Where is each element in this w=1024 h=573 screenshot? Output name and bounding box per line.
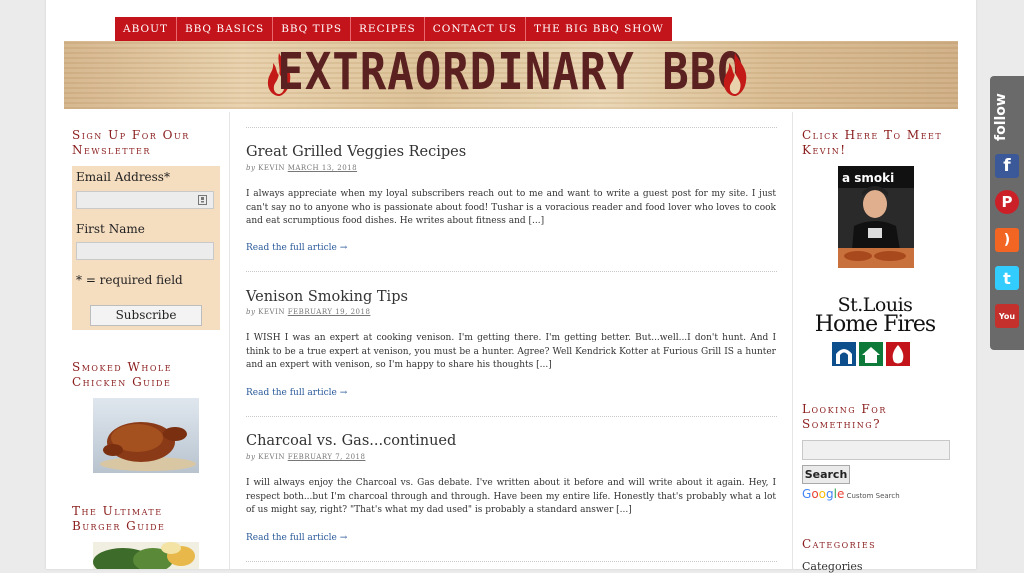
column-divider (229, 112, 230, 569)
rss-icon[interactable]: ) (995, 228, 1019, 252)
burger-guide-heading[interactable]: The Ultimate Burger Guide (72, 504, 212, 534)
nav-contact-us[interactable]: CONTACT US (425, 17, 526, 41)
home-fires-emblem (832, 342, 910, 366)
required-note: * = required field (76, 273, 183, 287)
column-divider (792, 112, 793, 569)
email-label: Email Address* (76, 170, 170, 184)
post-author[interactable]: KEVIN (258, 164, 285, 172)
google-letter: G (802, 487, 812, 501)
search-input[interactable] (802, 440, 950, 460)
follow-label: follow (993, 93, 1009, 141)
post-excerpt: I will always enjoy the Charcoal vs. Gas… (246, 478, 776, 515)
meet-kevin-heading[interactable]: Click Here To Meet Kevin! (802, 128, 952, 158)
twitter-icon[interactable]: t (995, 266, 1019, 290)
post-meta: by KEVIN FEBRUARY 19, 2018 (246, 308, 370, 316)
nav-big-bbq-show[interactable]: THE BIG BBQ SHOW (526, 17, 672, 41)
nav-about[interactable]: ABOUT (115, 17, 177, 41)
post-title[interactable]: Venison Smoking Tips (246, 289, 408, 305)
email-field[interactable] (76, 191, 214, 209)
follow-bar: follow f P ) t You (990, 76, 1024, 350)
categories-dropdown[interactable]: Categories (802, 560, 863, 573)
newsletter-form: Email Address* First Name * = required f… (72, 166, 220, 330)
subscribe-button[interactable]: Subscribe (90, 305, 202, 326)
google-letter: e (836, 487, 845, 501)
post-by: by (246, 453, 256, 461)
kevin-sign-text: a smoki (842, 171, 894, 185)
post-title[interactable]: Great Grilled Veggies Recipes (246, 144, 466, 160)
flame-icon (723, 53, 747, 96)
site-banner[interactable]: EXTRAORDINARY BBQ (64, 41, 958, 109)
post-date: MARCH 13, 2018 (287, 164, 358, 172)
kevin-photo[interactable]: a smoki (838, 166, 914, 268)
google-letter: o (818, 487, 826, 501)
post-excerpt: I always appreciate when my loyal subscr… (246, 189, 776, 226)
autofill-icon (198, 195, 207, 205)
newsletter-heading: Sign Up For Our Newsletter (72, 128, 190, 157)
youtube-icon[interactable]: You (995, 304, 1019, 328)
post-title[interactable]: Charcoal vs. Gas...continued (246, 433, 456, 449)
post-by: by (246, 308, 256, 316)
home-fires-name: Home Fires (814, 312, 936, 337)
nav-bbq-basics[interactable]: BBQ BASICS (177, 17, 274, 41)
search-button[interactable]: Search (802, 465, 850, 484)
google-letter: g (826, 487, 834, 501)
nav-recipes[interactable]: RECIPES (351, 17, 425, 41)
post-separator (246, 127, 777, 128)
post-author[interactable]: KEVIN (258, 453, 285, 461)
post-excerpt: I WISH I was an expert at cooking veniso… (246, 333, 776, 370)
read-more-link[interactable]: Read the full article → (246, 533, 347, 543)
burger-image[interactable] (93, 542, 199, 569)
post-date: FEBRUARY 19, 2018 (287, 308, 371, 316)
first-name-label: First Name (76, 222, 145, 236)
post-separator (246, 271, 777, 272)
post-separator (246, 561, 777, 562)
home-fires-logo[interactable]: St.Louis Home Fires (802, 296, 948, 368)
chicken-guide-heading[interactable]: Smoked Whole Chicken Guide (72, 360, 212, 390)
post-separator (246, 416, 777, 417)
post-meta: by KEVIN MARCH 13, 2018 (246, 164, 357, 172)
post-meta: by KEVIN FEBRUARY 7, 2018 (246, 453, 365, 461)
post-author[interactable]: KEVIN (258, 308, 285, 316)
google-custom-search-label: Google Custom Search (802, 487, 900, 501)
custom-search-text: Custom Search (846, 492, 900, 500)
facebook-icon[interactable]: f (995, 154, 1019, 178)
post-date: FEBRUARY 7, 2018 (287, 453, 366, 461)
post-by: by (246, 164, 256, 172)
search-heading: Looking For Something? (802, 402, 887, 431)
main-nav: ABOUT BBQ BASICS BBQ TIPS RECIPES CONTAC… (115, 17, 672, 41)
categories-heading: Categories (802, 537, 877, 551)
pinterest-icon[interactable]: P (995, 190, 1019, 214)
read-more-link[interactable]: Read the full article → (246, 388, 347, 398)
site-title: EXTRAORDINARY BBQ (277, 43, 745, 102)
smoked-chicken-image[interactable] (93, 398, 199, 473)
read-more-link[interactable]: Read the full article → (246, 243, 347, 253)
nav-bbq-tips[interactable]: BBQ TIPS (273, 17, 352, 41)
google-letter: o (811, 487, 819, 501)
first-name-field[interactable] (76, 242, 214, 260)
